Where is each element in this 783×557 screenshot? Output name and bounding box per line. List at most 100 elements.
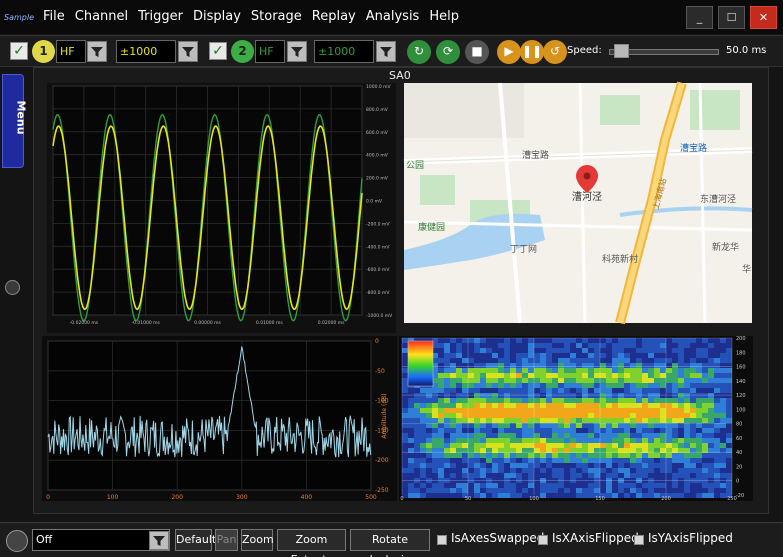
spectrum-chart[interactable]: 0 100 200 300 400 500 0-50-100-150-200-250 Am… (42, 336, 397, 501)
axes-swapped-checkbox[interactable] (437, 535, 447, 545)
heatmap-cell (480, 353, 486, 358)
heatmap-cell (408, 443, 414, 448)
heatmap-cell (624, 493, 630, 498)
zoom-button[interactable]: Zoom (241, 529, 274, 551)
heatmap-cell (456, 438, 462, 443)
heatmap-cell (456, 453, 462, 458)
heatmap-cell (546, 398, 552, 403)
heatmap-cell (402, 438, 408, 443)
heatmap-cell (660, 428, 666, 433)
heatmap-cell (444, 418, 450, 423)
x-flipped-checkbox[interactable] (538, 535, 548, 545)
heatmap-cell (444, 483, 450, 488)
heatmap-cell (546, 473, 552, 478)
heatmap-cell (720, 473, 726, 478)
heatmap-chart[interactable]: 0 50 100 150 200 250 200180160140120100806040… (399, 336, 753, 502)
heatmap-cell (696, 343, 702, 348)
heatmap-cell (702, 368, 708, 373)
heatmap-cell (612, 398, 618, 403)
heatmap-cell (612, 338, 618, 343)
rotate-clockwise-button[interactable]: Rotate clockwise (350, 529, 430, 557)
heatmap-cell (648, 458, 654, 463)
heatmap-cell (444, 353, 450, 358)
heatmap-cell (492, 438, 498, 443)
heatmap-cell (612, 343, 618, 348)
heatmap-cell (444, 493, 450, 498)
heatmap-cell (636, 358, 642, 363)
heatmap-cell (558, 368, 564, 373)
heatmap-cell (468, 368, 474, 373)
heatmap-cell (474, 348, 480, 353)
heatmap-cell (576, 403, 582, 408)
heatmap-cell (402, 403, 408, 408)
heatmap-cell (690, 383, 696, 388)
heatmap-cell (540, 358, 546, 363)
heatmap-cell (690, 483, 696, 488)
scope-y-tick: -1000.0 mV (366, 313, 393, 319)
heatmap-cell (684, 398, 690, 403)
bottom-toolbar: Off Default Pan Zoom Zoom Extents Rotate… (0, 522, 783, 557)
heatmap-cell (558, 393, 564, 398)
heatmap-cell (696, 488, 702, 493)
scope-y-tick: -200.0 mV (366, 221, 390, 227)
map-panel[interactable]: 漕宝路 漕河泾 康健园 丁丁网 科苑新村 东漕河泾 新龙华 华 公园 上海南站 … (403, 81, 753, 325)
heatmap-cell (510, 418, 516, 423)
filter-icon[interactable] (149, 531, 169, 550)
heatmap-cell (624, 418, 630, 423)
map-park (690, 90, 740, 130)
heatmap-cell (474, 468, 480, 473)
heatmap-cell (438, 473, 444, 478)
heatmap-cell (630, 453, 636, 458)
heatmap-cell (582, 488, 588, 493)
heatmap-cell (498, 433, 504, 438)
heatmap-cell (588, 418, 594, 423)
heatmap-cell (408, 408, 414, 413)
heatmap-cell (498, 393, 504, 398)
heatmap-cell (708, 458, 714, 463)
heatmap-cell (708, 468, 714, 473)
scope-y-tick: -400.0 mV (366, 244, 390, 250)
heatmap-cell (702, 373, 708, 378)
heatmap-cell (564, 368, 570, 373)
heatmap-cell (606, 428, 612, 433)
heatmap-y-tick: 40 (736, 450, 742, 456)
heatmap-cell (474, 458, 480, 463)
heatmap-cell (468, 453, 474, 458)
pan-button[interactable]: Pan (215, 529, 238, 551)
heatmap-cell (678, 388, 684, 393)
modifier-dial-icon[interactable] (6, 530, 28, 552)
heatmap-cell (402, 408, 408, 413)
heatmap-cell (582, 343, 588, 348)
y-flipped-checkbox[interactable] (634, 535, 644, 545)
zoom-extents-button[interactable]: Zoom Extents (277, 529, 346, 557)
heatmap-cell (696, 453, 702, 458)
heatmap-cell (402, 463, 408, 468)
heatmap-cell (486, 383, 492, 388)
map-label: 公园 (406, 160, 424, 171)
heatmap-cell (660, 398, 666, 403)
heatmap-cell (540, 428, 546, 433)
scope-chart[interactable]: 1000.0 mV800.0 mV600.0 mV400.0 mV200.0 m… (47, 83, 396, 333)
heatmap-cell (432, 393, 438, 398)
heatmap-cell (660, 443, 666, 448)
heatmap-cell (684, 373, 690, 378)
heatmap-cell (438, 488, 444, 493)
heatmap-cell (720, 378, 726, 383)
heatmap-cell (648, 418, 654, 423)
heatmap-cell (456, 388, 462, 393)
heatmap-cell (684, 458, 690, 463)
heatmap-cell (624, 343, 630, 348)
heatmap-cell (660, 393, 666, 398)
default-button[interactable]: Default (175, 529, 216, 551)
heatmap-cell (534, 438, 540, 443)
heatmap-cell (582, 398, 588, 403)
heatmap-cell (582, 418, 588, 423)
heatmap-cell (462, 368, 468, 373)
heatmap-cell (642, 393, 648, 398)
heatmap-cell (612, 438, 618, 443)
heatmap-cell (672, 493, 678, 498)
heatmap-cell (450, 453, 456, 458)
heatmap-cell (588, 453, 594, 458)
heatmap-cell (606, 343, 612, 348)
heatmap-cell (438, 378, 444, 383)
